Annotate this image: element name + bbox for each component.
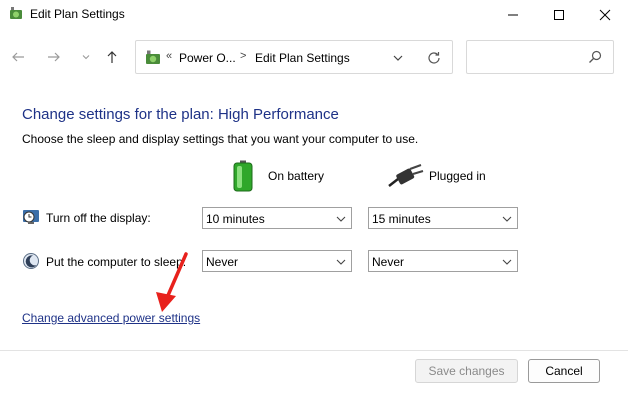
display-timeout-label: Turn off the display: xyxy=(46,211,151,225)
up-arrow-icon xyxy=(107,51,117,63)
sleep-battery-select[interactable]: Never xyxy=(202,250,352,272)
up-button[interactable] xyxy=(102,47,122,67)
display-battery-select[interactable]: 10 minutes xyxy=(202,207,352,229)
back-arrow-icon xyxy=(12,52,24,62)
search-icon[interactable] xyxy=(587,49,603,65)
advanced-power-settings-link[interactable]: Change advanced power settings xyxy=(22,311,200,325)
maximize-button[interactable] xyxy=(536,0,582,30)
column-header-plugged-in: Plugged in xyxy=(429,169,486,183)
breadcrumb-power-options[interactable]: Power O... xyxy=(179,51,236,65)
minimize-icon xyxy=(508,14,518,16)
breadcrumb-separator[interactable]: > xyxy=(240,50,246,62)
battery-icon xyxy=(233,160,253,192)
sleep-moon-icon xyxy=(23,253,39,269)
power-options-icon xyxy=(146,50,160,64)
chevron-down-icon[interactable] xyxy=(390,50,406,66)
power-options-icon xyxy=(10,7,22,19)
sleep-plugged-value: Never xyxy=(372,255,405,269)
forward-arrow-icon xyxy=(48,52,60,62)
window-title: Edit Plan Settings xyxy=(30,7,125,21)
annotation-arrow xyxy=(156,252,188,312)
plug-icon xyxy=(388,164,424,187)
breadcrumb-overflow[interactable]: « xyxy=(166,50,172,62)
chevron-down-icon xyxy=(336,259,346,265)
sleep-battery-value: Never xyxy=(206,255,239,269)
page-title: Change settings for the plan: High Perfo… xyxy=(22,106,339,123)
page-subtitle: Choose the sleep and display settings th… xyxy=(22,132,419,146)
search-box[interactable] xyxy=(466,40,614,74)
display-battery-value: 10 minutes xyxy=(206,212,265,226)
search-input[interactable] xyxy=(473,48,587,68)
maximize-icon xyxy=(554,10,564,20)
chevron-down-icon xyxy=(502,216,512,222)
footer-divider xyxy=(0,350,628,351)
column-header-on-battery: On battery xyxy=(268,169,325,183)
refresh-icon[interactable] xyxy=(426,50,442,66)
title-bar: Edit Plan Settings xyxy=(0,0,628,30)
address-bar[interactable]: « Power O... > Edit Plan Settings xyxy=(135,40,453,74)
recent-locations-button[interactable] xyxy=(76,47,96,67)
display-plugged-select[interactable]: 15 minutes xyxy=(368,207,518,229)
breadcrumb-edit-plan-settings[interactable]: Edit Plan Settings xyxy=(255,51,350,65)
chevron-down-icon xyxy=(82,55,90,60)
save-changes-button[interactable]: Save changes xyxy=(415,359,518,383)
chevron-down-icon xyxy=(502,259,512,265)
sleep-plugged-select[interactable]: Never xyxy=(368,250,518,272)
display-plugged-value: 15 minutes xyxy=(372,212,431,226)
chevron-down-icon xyxy=(336,216,346,222)
forward-button[interactable] xyxy=(44,47,64,67)
display-clock-icon xyxy=(23,210,39,224)
close-icon xyxy=(599,9,611,21)
cancel-button[interactable]: Cancel xyxy=(528,359,600,383)
back-button[interactable] xyxy=(8,47,28,67)
close-button[interactable] xyxy=(582,0,628,30)
navigation-bar: « Power O... > Edit Plan Settings xyxy=(0,36,628,76)
minimize-button[interactable] xyxy=(490,0,536,30)
